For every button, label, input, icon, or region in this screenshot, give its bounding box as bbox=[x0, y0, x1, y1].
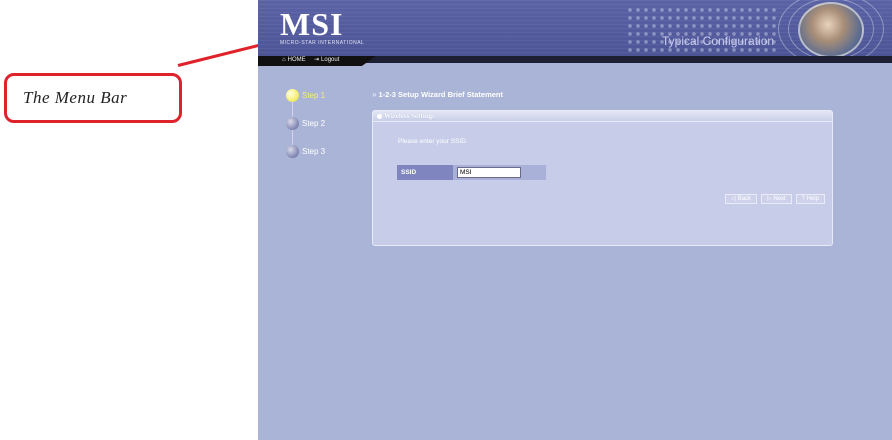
menu-item-home-label: HOME bbox=[287, 57, 306, 63]
msi-logo: MSI bbox=[280, 6, 344, 42]
header-photo bbox=[798, 2, 864, 56]
ssid-label: SSID bbox=[397, 165, 453, 180]
logo-subtitle: MICRO-STAR INTERNATIONAL bbox=[280, 40, 365, 46]
back-button[interactable]: ◁ Back bbox=[725, 194, 758, 204]
wizard-title: » 1-2-3 Setup Wizard Brief Statement bbox=[372, 90, 503, 99]
menu-item-home[interactable]: ⌂ HOME bbox=[282, 57, 306, 64]
step-3-indicator bbox=[286, 145, 299, 158]
header-banner: MSI MICRO-STAR INTERNATIONAL Typical Con… bbox=[258, 0, 892, 56]
next-button[interactable]: ▷ Next bbox=[761, 194, 792, 204]
step-3-label: Step 3 bbox=[302, 147, 326, 156]
callout-text: The Menu Bar bbox=[23, 88, 128, 107]
step-1-label: Step 1 bbox=[302, 91, 326, 100]
ssid-row: SSID bbox=[397, 165, 546, 180]
help-button[interactable]: ? Help bbox=[795, 194, 825, 204]
double-arrow-icon: » bbox=[372, 90, 377, 99]
step-connector bbox=[292, 129, 293, 145]
menu-item-logout-label: Logout bbox=[321, 57, 340, 63]
step-1: Step 1 bbox=[286, 89, 325, 102]
ssid-input[interactable] bbox=[457, 167, 521, 178]
menu-item-logout[interactable]: ⇥ Logout bbox=[314, 57, 339, 64]
logout-icon: ⇥ bbox=[314, 57, 320, 63]
panel-title: Wireless Settings bbox=[377, 112, 435, 120]
ssid-prompt: Please enter your SSID. bbox=[398, 138, 468, 145]
wizard-title-text: 1-2-3 Setup Wizard Brief Statement bbox=[378, 90, 503, 99]
page-title: Typical Configuration bbox=[662, 34, 775, 48]
menu-bar-callout: The Menu Bar bbox=[4, 73, 182, 123]
step-connector bbox=[292, 101, 293, 118]
panel-title-text: Wireless Settings bbox=[384, 112, 435, 120]
step-2-label: Step 2 bbox=[302, 119, 326, 128]
home-icon: ⌂ bbox=[282, 57, 286, 63]
bullet-icon bbox=[377, 113, 382, 119]
wireless-settings-panel: Wireless Settings Please enter your SSID… bbox=[372, 110, 833, 246]
step-2-indicator bbox=[286, 117, 299, 130]
router-web-ui: MSI MICRO-STAR INTERNATIONAL Typical Con… bbox=[258, 0, 892, 440]
step-1-indicator bbox=[286, 89, 299, 102]
step-3: Step 3 bbox=[286, 145, 325, 158]
step-2: Step 2 bbox=[286, 117, 325, 130]
panel-header: Wireless Settings bbox=[373, 111, 832, 122]
wizard-buttons: ◁ Back ▷ Next ? Help bbox=[725, 194, 825, 204]
